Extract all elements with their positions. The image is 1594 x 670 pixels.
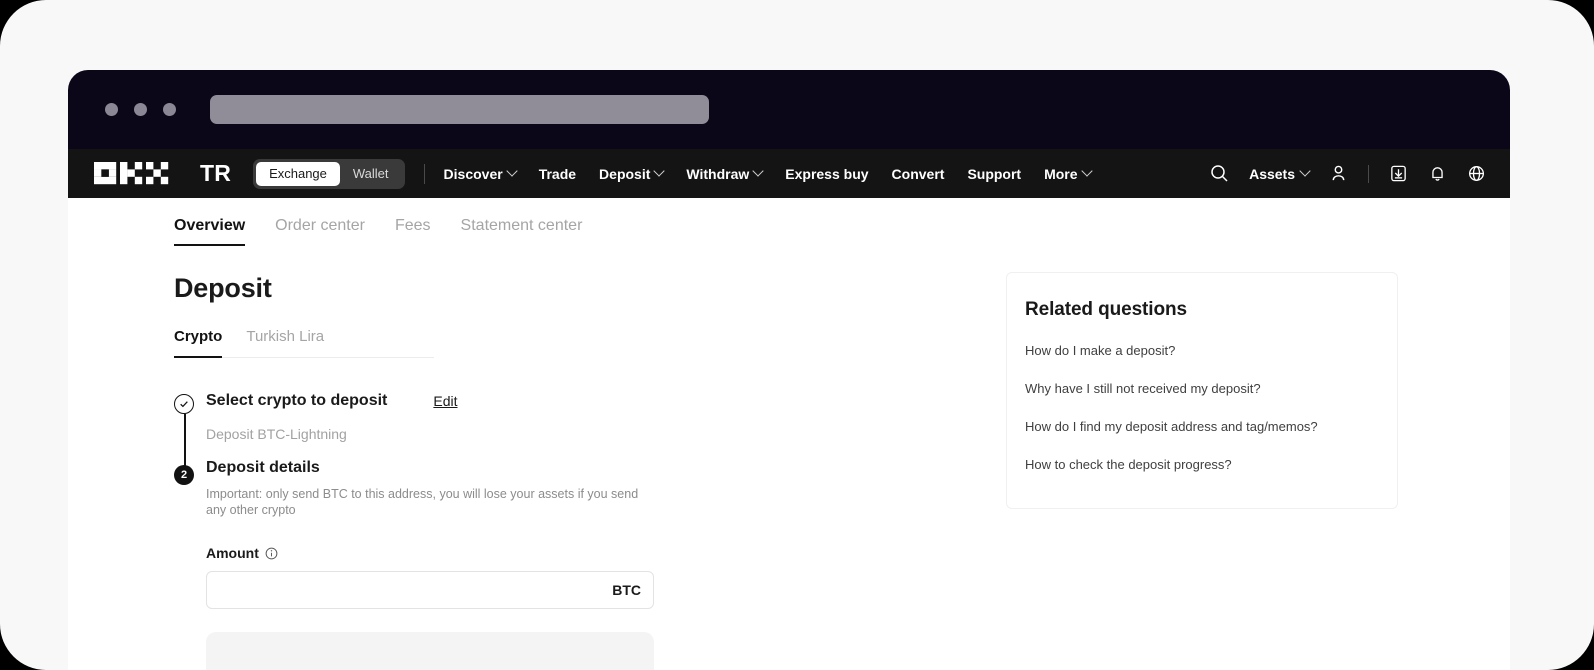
- main-content: Deposit Crypto Turkish Lira 2 Select cry…: [68, 246, 1510, 670]
- chevron-down-icon: [1299, 164, 1311, 177]
- nav-item-withdraw[interactable]: Withdraw: [686, 164, 764, 182]
- chevron-down-icon: [506, 164, 518, 177]
- site-top-nav: TR Exchange Wallet Discover Trade Deposi…: [68, 149, 1510, 198]
- nav-label: Support: [967, 165, 1022, 182]
- related-question-link[interactable]: How do I make a deposit?: [1025, 343, 1369, 358]
- step-1-title: Select crypto to deposit: [206, 392, 388, 409]
- related-questions-card: Related questions How do I make a deposi…: [1006, 272, 1398, 509]
- step-1-subtitle: Deposit BTC-Lightning: [206, 426, 347, 442]
- minimize-window-icon[interactable]: [134, 103, 147, 116]
- deposit-type-tabs: Crypto Turkish Lira: [174, 328, 434, 358]
- step-1-header: Select crypto to deposit Edit: [206, 392, 644, 410]
- nav-item-deposit[interactable]: Deposit: [599, 164, 666, 182]
- browser-window: TR Exchange Wallet Discover Trade Deposi…: [68, 70, 1510, 670]
- info-icon[interactable]: [265, 547, 278, 560]
- globe-icon[interactable]: [1467, 164, 1486, 183]
- maximize-window-icon[interactable]: [163, 103, 176, 116]
- address-bar[interactable]: [210, 95, 709, 124]
- nav-label: Express buy: [785, 165, 869, 182]
- nav-label: Deposit: [599, 165, 651, 182]
- nav-item-discover[interactable]: Discover: [443, 164, 518, 182]
- okx-logo-icon: [94, 162, 169, 185]
- user-icon[interactable]: [1329, 164, 1348, 183]
- related-questions-list: How do I make a deposit? Why have I stil…: [1025, 343, 1369, 472]
- assets-label: Assets: [1249, 165, 1295, 182]
- chevron-down-icon: [1080, 164, 1093, 177]
- nav-label: Withdraw: [686, 165, 750, 182]
- step-1-marker-completed: [174, 394, 194, 414]
- page-background: TR Exchange Wallet Discover Trade Deposi…: [0, 0, 1594, 670]
- secondary-nav-tabs: Overview Order center Fees Statement cen…: [68, 198, 1510, 246]
- toggle-option-exchange[interactable]: Exchange: [256, 161, 340, 186]
- nav-item-trade[interactable]: Trade: [539, 166, 576, 182]
- nav-label: Trade: [538, 165, 577, 182]
- nav-links: Discover Trade Deposit Withdraw Express …: [443, 164, 1093, 182]
- nav-label: Discover: [443, 165, 503, 182]
- nav-item-support[interactable]: Support: [967, 166, 1021, 182]
- amount-input-wrapper[interactable]: BTC: [206, 571, 654, 609]
- related-question-link[interactable]: How to check the deposit progress?: [1025, 457, 1369, 472]
- window-controls[interactable]: [105, 103, 176, 116]
- tab-order-center[interactable]: Order center: [275, 217, 365, 246]
- search-icon[interactable]: [1210, 164, 1229, 183]
- related-questions-title: Related questions: [1025, 299, 1187, 320]
- check-icon: [180, 401, 188, 408]
- brand-logo[interactable]: TR: [94, 162, 231, 185]
- nav-item-assets[interactable]: Assets: [1249, 164, 1311, 182]
- related-question-link[interactable]: Why have I still not received my deposit…: [1025, 381, 1369, 396]
- close-window-icon[interactable]: [105, 103, 118, 116]
- step-number: 2: [180, 469, 188, 481]
- nav-item-express-buy[interactable]: Express buy: [785, 166, 868, 182]
- download-app-icon[interactable]: [1389, 164, 1408, 183]
- amount-label-row: Amount: [206, 545, 644, 561]
- nav-divider: [423, 163, 425, 184]
- step-2-title: Deposit details: [206, 459, 320, 476]
- related-question-link[interactable]: How do I find my deposit address and tag…: [1025, 419, 1369, 434]
- nav-vertical-divider: [1368, 164, 1369, 183]
- browser-title-bar: [68, 70, 1510, 149]
- nav-item-more[interactable]: More: [1044, 164, 1093, 182]
- amount-currency-unit: BTC: [612, 582, 641, 598]
- deposit-address-placeholder-block: [206, 632, 654, 670]
- step-2-marker-current: 2: [174, 465, 194, 485]
- chevron-down-icon: [752, 164, 764, 177]
- amount-input[interactable]: [219, 582, 613, 598]
- brand-suffix: TR: [200, 160, 232, 186]
- tab-crypto[interactable]: Crypto: [174, 328, 223, 358]
- edit-crypto-link[interactable]: Edit: [433, 393, 457, 409]
- deposit-stepper: 2 Select crypto to deposit Edit Deposit …: [174, 392, 654, 670]
- nav-right-actions: Assets: [1210, 164, 1486, 183]
- nav-label: More: [1044, 165, 1078, 182]
- tab-turkish-lira[interactable]: Turkish Lira: [246, 328, 324, 357]
- tab-fees[interactable]: Fees: [395, 217, 431, 246]
- amount-label: Amount: [206, 545, 259, 561]
- tab-overview[interactable]: Overview: [174, 217, 246, 246]
- nav-item-convert[interactable]: Convert: [892, 166, 945, 182]
- tab-statement-center[interactable]: Statement center: [461, 217, 583, 246]
- exchange-wallet-toggle[interactable]: Exchange Wallet: [253, 158, 405, 189]
- chevron-down-icon: [653, 164, 666, 177]
- deposit-warning-text: Important: only send BTC to this address…: [206, 487, 639, 517]
- toggle-option-wallet[interactable]: Wallet: [340, 162, 402, 186]
- bell-icon[interactable]: [1428, 164, 1447, 183]
- nav-label: Convert: [891, 165, 945, 182]
